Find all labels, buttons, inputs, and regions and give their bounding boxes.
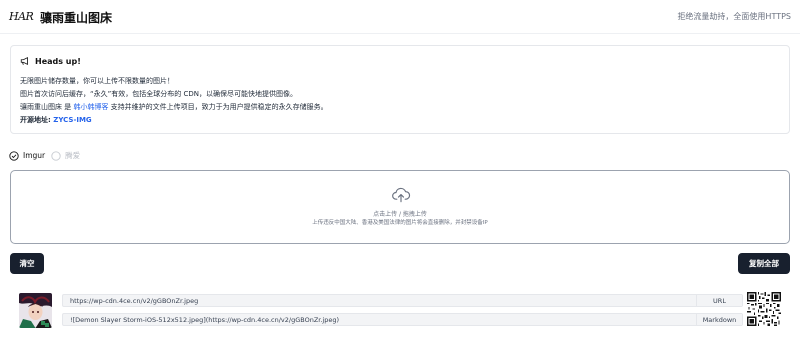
radio-checked-icon [9,150,19,161]
upload-instruction: 点击上传 / 拖拽上传 [373,211,427,218]
host-option-second[interactable]: 腾爱 [51,150,80,161]
host-option-second-label: 腾爱 [65,151,81,160]
notice-line-cache: 图片首次访问后缓存，“永久”有效，包括全球分布的 CDN，以确保尽可能快地提供图… [20,90,297,98]
megaphone-icon [20,56,28,66]
upload-dropzone[interactable]: 点击上传 / 拖拽上传 上传违反中国大陆、香港及美国法律的图片将会直接删除，并封… [10,170,790,244]
host-selector: Imgur 腾爱 [9,150,86,161]
upload-warning: 上传违反中国大陆、香港及美国法律的图片将会直接删除，并封禁设备IP [312,220,488,226]
notice-maintainer-pre: 骧雨重山图床 是 [20,103,74,111]
url-field[interactable]: https://wp-cdn.4ce.cn/v2/gGBOnZr.jpeg UR… [62,294,743,307]
source-link[interactable]: ZYCS-IMG [53,116,91,124]
url-value[interactable]: https://wp-cdn.4ce.cn/v2/gGBOnZr.jpeg [63,297,696,305]
site-logo[interactable]: HAR [9,10,34,23]
upload-result-row: https://wp-cdn.4ce.cn/v2/gGBOnZr.jpeg UR… [10,290,790,332]
notice-line-source: 开源地址: ZYCS-IMG [20,115,92,125]
markdown-field[interactable]: ![Demon Slayer Storm-iOS-512x512.jpeg](h… [62,313,743,326]
uploaded-image-thumbnail[interactable] [19,293,52,328]
host-option-imgur-label: Imgur [23,151,46,160]
host-option-imgur[interactable]: Imgur [9,150,46,161]
markdown-tag: Markdown [696,314,742,325]
notice-maintainer-post: 支持并维护的文件上传项目，致力于为用户提供稳定的永久存储服务。 [108,103,328,111]
blog-link[interactable]: 韩小韩博客 [73,103,108,111]
markdown-value[interactable]: ![Demon Slayer Storm-iOS-512x512.jpeg](h… [63,316,696,324]
site-title[interactable]: 骧雨重山图床 [40,9,112,26]
cloud-upload-icon [392,187,411,203]
notice-line-storage: 无限图片储存数量，你可以上传不限数量的图片！ [20,77,174,85]
source-label: 开源地址: [20,116,54,124]
notice-title: Heads up! [35,56,81,66]
notice-header: Heads up! [20,55,81,67]
url-tag: URL [696,295,742,306]
radio-unchecked-icon [51,150,61,161]
clear-button[interactable]: 清空 [10,253,44,274]
header-tagline: 拒绝流量劫持，全面使用HTTPS [677,12,791,21]
site-header: HAR 骧雨重山图床 拒绝流量劫持，全面使用HTTPS [0,0,800,34]
copy-all-button[interactable]: 复制全部 [738,253,790,274]
notice-line-maintainer: 骧雨重山图床 是 韩小韩博客 支持并维护的文件上传项目，致力于为用户提供稳定的永… [20,102,328,112]
notice-panel: Heads up! 无限图片储存数量，你可以上传不限数量的图片！ 图片首次访问后… [10,45,790,134]
qr-code-icon [747,292,781,326]
